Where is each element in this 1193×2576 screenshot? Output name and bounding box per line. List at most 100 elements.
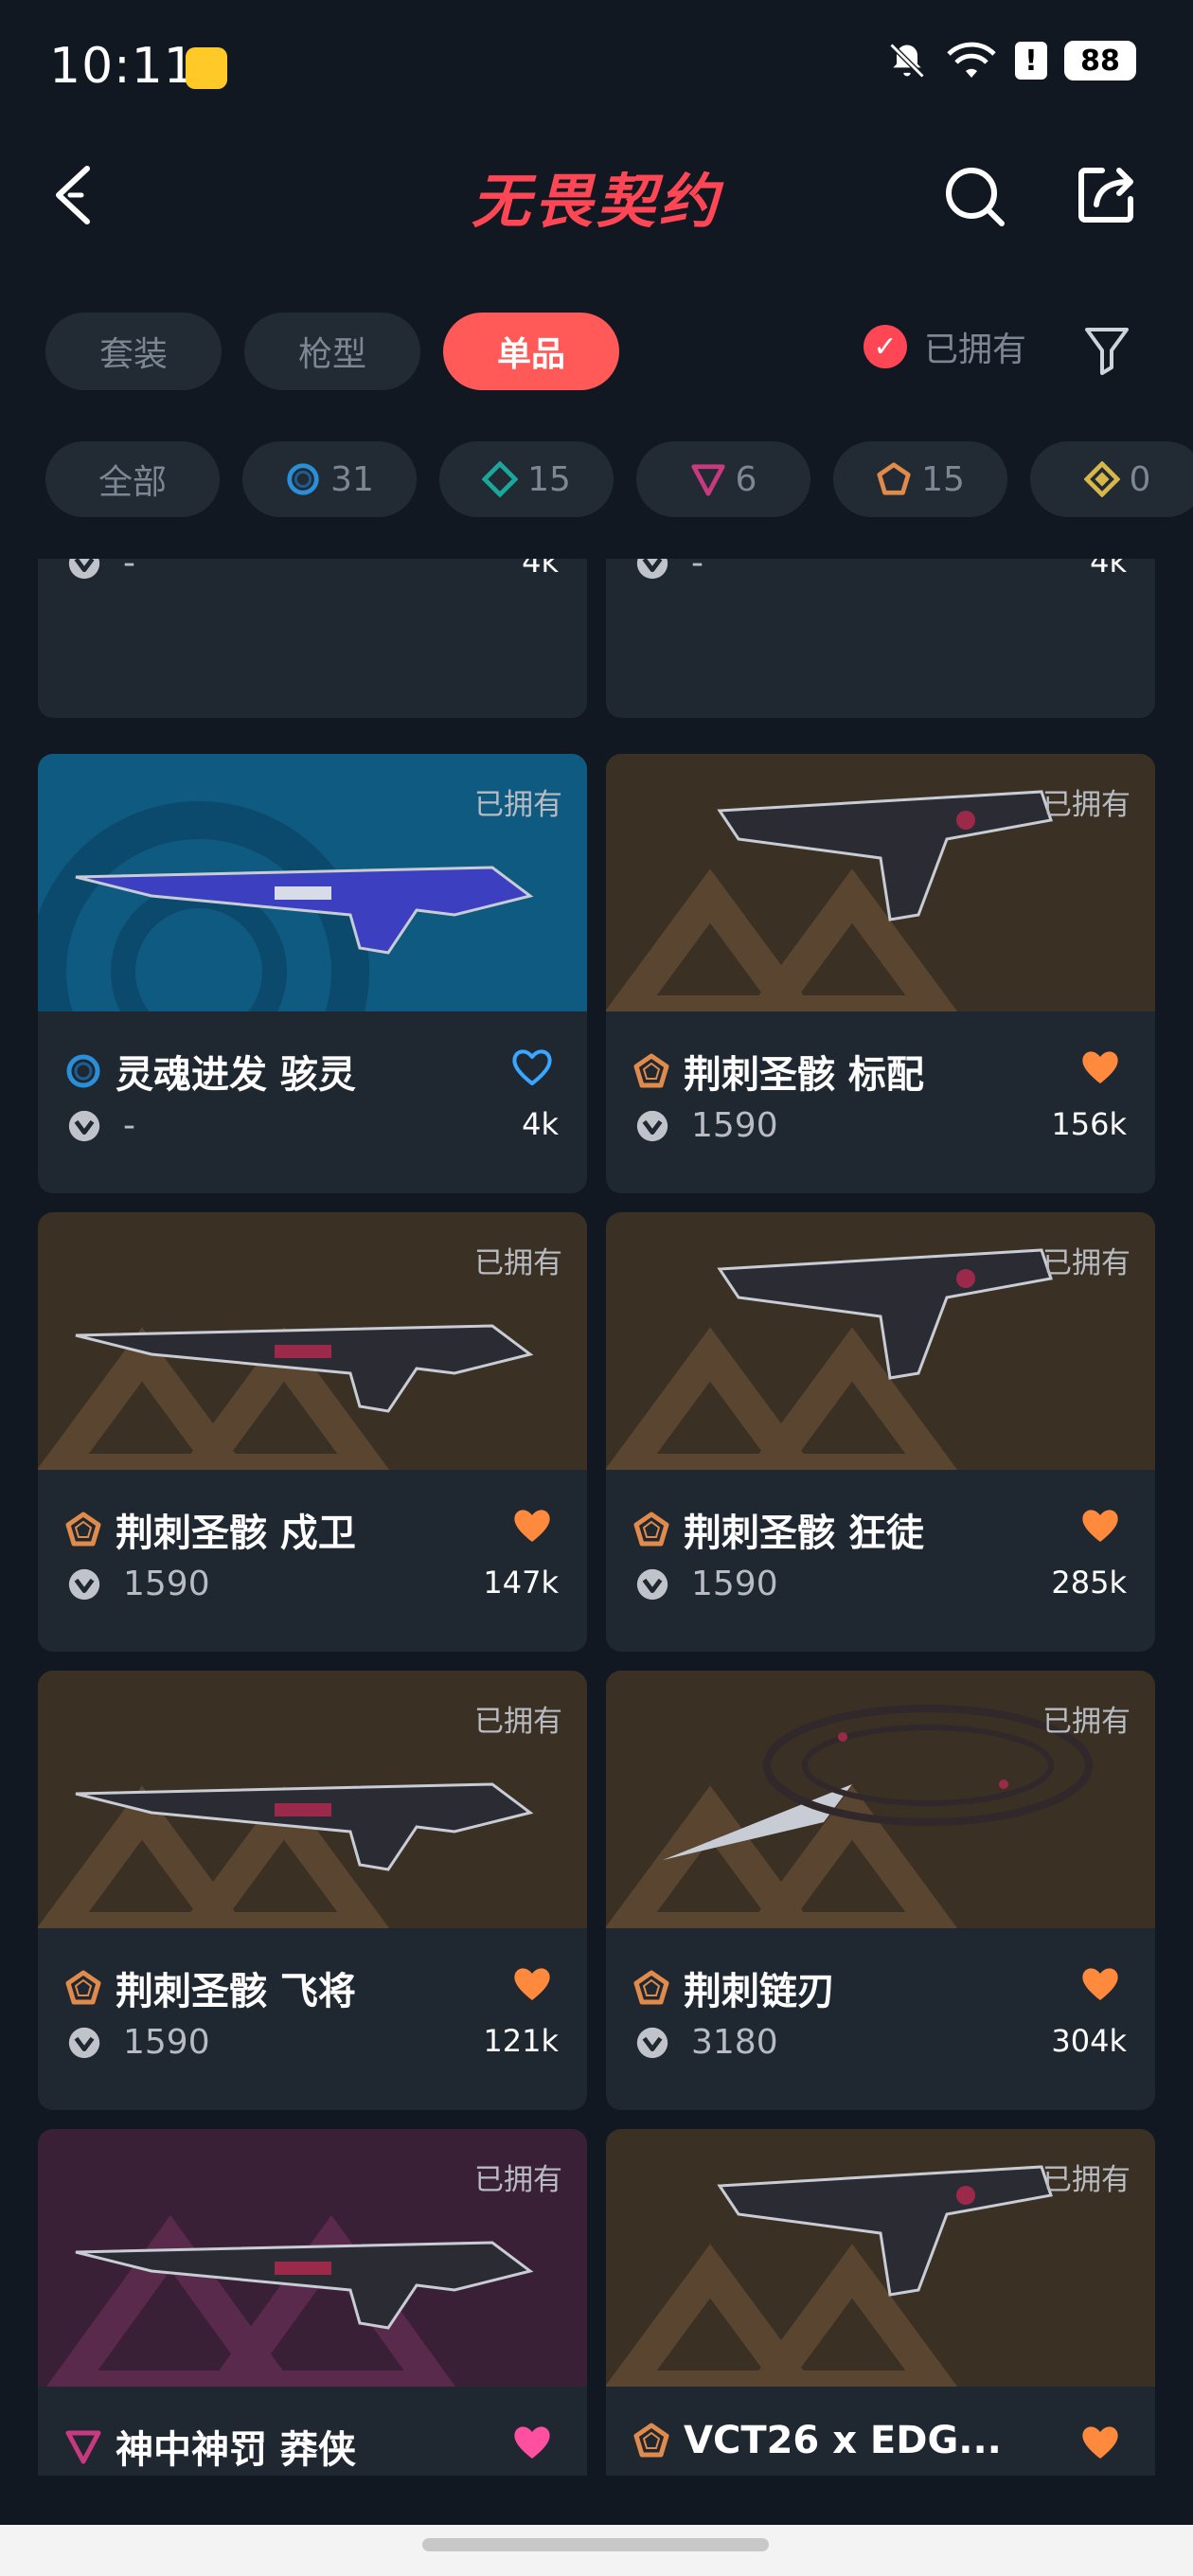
like-count: 285k — [1051, 1565, 1127, 1601]
skin-card[interactable]: 已拥有 荆刺圣骸 狂徒 1590 285k — [606, 1212, 1155, 1652]
chip-ultra-tier[interactable]: 0 — [1030, 441, 1193, 517]
owned-tag: 已拥有 — [1042, 788, 1131, 822]
price-row: - — [66, 559, 135, 582]
favorite-heart-icon[interactable] — [1079, 1047, 1121, 1085]
favorite-heart-icon[interactable] — [511, 2423, 553, 2460]
top-app-bar: 无畏契约 — [0, 142, 1193, 246]
skin-price: - — [123, 559, 135, 582]
skin-name: 神中神罚 莽侠 — [116, 2428, 356, 2472]
skin-card[interactable]: 已拥有 神中神罚 莽侠 — [38, 2129, 587, 2476]
price-row: 3180 — [634, 2023, 778, 2062]
valorant-points-icon — [636, 559, 668, 579]
like-count: 304k — [1051, 2023, 1127, 2059]
valorant-points-icon — [636, 1110, 668, 1141]
skin-name: 荆刺圣骸 标配 — [684, 1053, 924, 1097]
chip-select-tier[interactable]: 31 — [242, 441, 417, 517]
battery-indicator: 88 — [1064, 41, 1136, 80]
skin-title-row: 荆刺圣骸 狂徒 — [632, 1502, 924, 1557]
premium-tier-icon — [690, 464, 725, 496]
favorite-heart-icon[interactable] — [1079, 2423, 1121, 2460]
chip-count: 15 — [527, 459, 571, 499]
owned-tag: 已拥有 — [1042, 2163, 1131, 2197]
notification-app-icon — [186, 47, 227, 89]
owned-tag: 已拥有 — [474, 1246, 562, 1280]
owned-tag: 已拥有 — [474, 1705, 562, 1739]
price-row: 1590 — [634, 1106, 778, 1145]
skin-title-row: 荆刺圣骸 戍卫 — [64, 1502, 356, 1557]
skin-card[interactable]: 已拥有 荆刺圣骸 标配 1590 156k — [606, 754, 1155, 1193]
exclusive-tier-icon — [633, 2423, 669, 2458]
price-row: 1590 — [66, 2023, 210, 2062]
valorant-points-icon — [68, 1568, 100, 1600]
exclusive-tier-icon — [633, 1512, 669, 1547]
skin-grid: 已拥有灵魂进发 莽侠-4k已拥有龙门 短炮-4k已拥有灵魂进发 骇灵-4k已拥有… — [38, 559, 1155, 2476]
chip-count: 0 — [1129, 459, 1151, 499]
valorant-points-icon — [68, 2027, 100, 2058]
skin-card[interactable]: 已拥有荆刺圣骸 戍卫 1590 147k — [38, 1212, 587, 1652]
home-gesture-handle[interactable] — [422, 2538, 769, 2551]
exclusive-tier-icon — [633, 1970, 669, 2005]
skin-title-row: VCT26 x EDG... — [632, 2419, 1002, 2462]
owned-filter-toggle[interactable]: ✓ 已拥有 — [864, 322, 1026, 371]
skin-card[interactable]: 已拥有 荆刺圣骸 飞将 1590 121k — [38, 1671, 587, 2110]
skin-name: 荆刺圣骸 狂徒 — [684, 1512, 924, 1555]
mute-notification-icon — [889, 43, 925, 79]
owned-filter-label: 已拥有 — [924, 331, 1027, 369]
exclusive-tier-icon — [65, 1512, 101, 1547]
tab-bundles[interactable]: 套装 — [45, 313, 222, 390]
skin-name: 荆刺链刃 — [684, 1970, 835, 2013]
owned-tag: 已拥有 — [1042, 1705, 1131, 1739]
skin-card[interactable]: 已拥有 VCT26 x EDG... — [606, 2129, 1155, 2476]
skin-title-row: 荆刺圣骸 飞将 — [64, 1960, 356, 2015]
rarity-filter-chips: 全部 31 15 6 15 0 — [45, 441, 1193, 517]
filter-button[interactable] — [1083, 324, 1131, 377]
chip-all[interactable]: 全部 — [45, 441, 220, 517]
valorant-points-icon — [68, 559, 100, 579]
price-row: - — [634, 559, 703, 582]
chip-label: 全部 — [98, 463, 167, 502]
checkmark-icon: ✓ — [864, 325, 907, 368]
exclusive-tier-icon — [877, 462, 911, 495]
favorite-heart-icon[interactable] — [1079, 1506, 1121, 1544]
skin-title-row: 荆刺圣骸 标配 — [632, 1044, 924, 1099]
tab-weapon-types[interactable]: 枪型 — [244, 313, 420, 390]
skin-card[interactable]: 已拥有 灵魂进发 骇灵 - 4k — [38, 754, 587, 1193]
ultra-tier-icon — [1083, 461, 1120, 497]
select-tier-icon — [66, 1054, 100, 1088]
skin-price: - — [691, 559, 703, 582]
share-button[interactable] — [1074, 161, 1140, 227]
valorant-points-icon — [68, 1110, 100, 1141]
skin-card[interactable]: 已拥有龙门 短炮-4k — [606, 559, 1155, 718]
status-bar: 10:11 ! 88 — [0, 0, 1193, 133]
skin-card[interactable]: 已拥有荆刺链刃 3180 304k — [606, 1671, 1155, 2110]
favorite-heart-icon[interactable] — [511, 1964, 553, 2002]
tab-single-items[interactable]: 单品 — [443, 313, 619, 390]
like-count: 4k — [522, 1106, 559, 1142]
status-time: 10:11 — [49, 38, 196, 95]
skin-price: 1590 — [691, 1565, 778, 1603]
chip-exclusive-tier[interactable]: 15 — [833, 441, 1007, 517]
skin-card[interactable]: 已拥有灵魂进发 莽侠-4k — [38, 559, 587, 718]
skin-title-row: 灵魂进发 骇灵 — [64, 1044, 356, 1099]
status-icons: ! 88 — [886, 40, 1136, 81]
favorite-heart-icon[interactable] — [511, 1506, 553, 1544]
exclusive-tier-icon — [65, 1970, 101, 2005]
skin-name: 荆刺圣骸 飞将 — [116, 1970, 356, 2013]
premium-tier-icon — [65, 2430, 101, 2464]
select-tier-icon — [287, 463, 319, 495]
like-count: 147k — [483, 1565, 559, 1601]
skin-price: 1590 — [123, 1565, 210, 1603]
chip-deluxe-tier[interactable]: 15 — [439, 441, 614, 517]
chip-count: 31 — [330, 459, 374, 499]
skin-title-row: 神中神罚 莽侠 — [64, 2419, 356, 2474]
search-button[interactable] — [941, 163, 1007, 229]
category-tabs: 套装 枪型 单品 — [45, 313, 619, 390]
chip-count: 15 — [921, 459, 965, 499]
favorite-heart-icon[interactable] — [511, 1047, 553, 1085]
like-count: 4k — [522, 559, 559, 580]
wifi-icon — [947, 42, 996, 78]
price-row: 1590 — [634, 1565, 778, 1603]
favorite-heart-icon[interactable] — [1079, 1964, 1121, 2002]
price-row: - — [66, 1106, 135, 1145]
chip-premium-tier[interactable]: 6 — [636, 441, 810, 517]
